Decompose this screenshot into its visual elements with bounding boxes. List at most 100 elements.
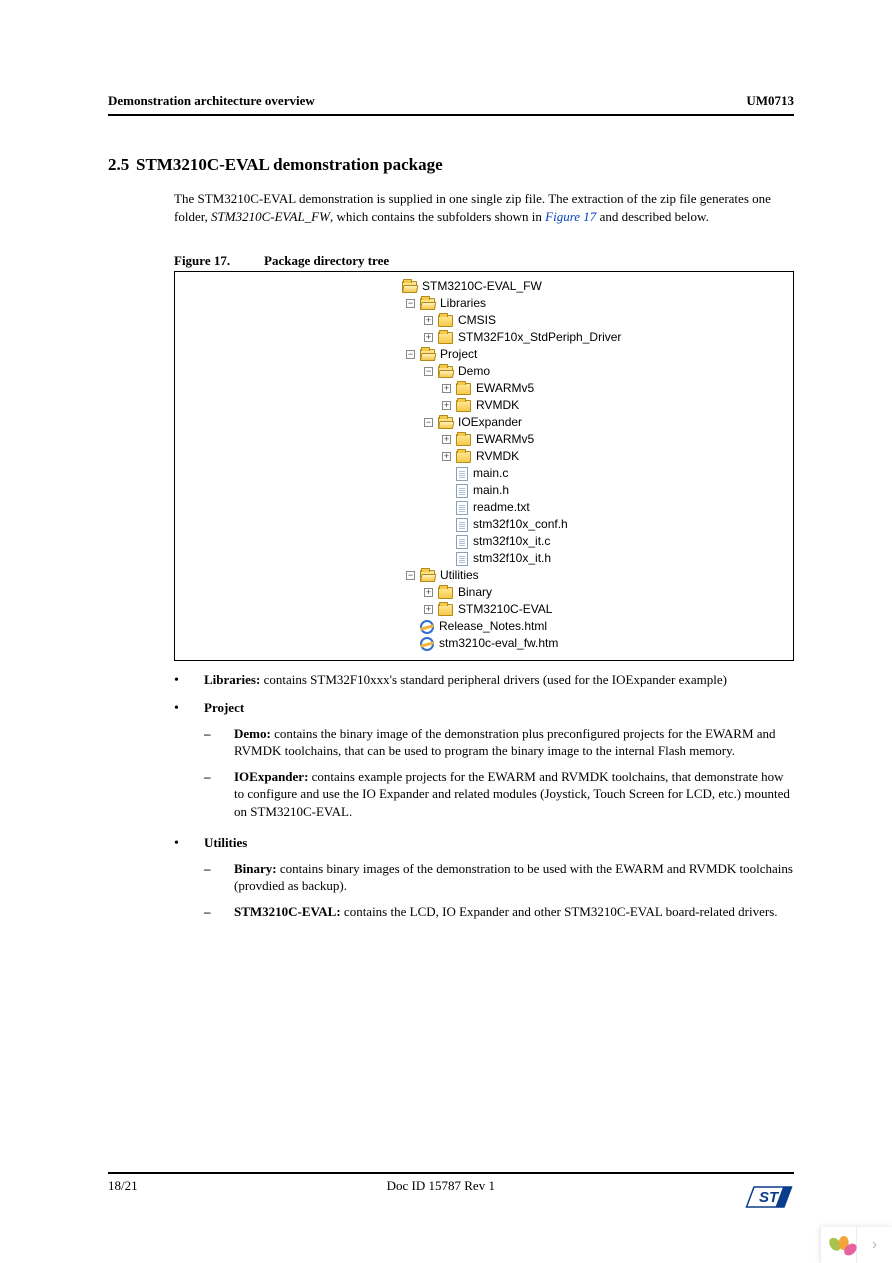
file-icon bbox=[456, 535, 468, 549]
tree-folder: −Libraries bbox=[385, 295, 783, 312]
figure-title: Package directory tree bbox=[264, 252, 389, 270]
bullet-item: • Libraries: contains STM32F10xxx's stan… bbox=[174, 671, 794, 691]
expand-icon[interactable]: + bbox=[424, 588, 433, 597]
file-icon bbox=[456, 484, 468, 498]
tree-file: stm32f10x_it.h bbox=[385, 550, 783, 567]
folder-icon bbox=[438, 315, 453, 327]
section-body: The STM3210C-EVAL demonstration is suppl… bbox=[174, 190, 794, 926]
figure-caption: Figure 17. Package directory tree bbox=[174, 252, 794, 270]
collapse-icon[interactable]: − bbox=[406, 571, 415, 580]
dash-item: – IOExpander: contains example projects … bbox=[204, 768, 794, 821]
ie-icon bbox=[420, 620, 434, 634]
collapse-icon[interactable]: − bbox=[424, 367, 433, 376]
tree-folder: −IOExpander bbox=[385, 414, 783, 431]
tree-folder: +STM32F10x_StdPeriph_Driver bbox=[385, 329, 783, 346]
tree-folder: +RVMDK bbox=[385, 397, 783, 414]
tree-file-html: Release_Notes.html bbox=[385, 618, 783, 635]
st-logo: ST bbox=[744, 1181, 794, 1213]
flower-icon bbox=[826, 1232, 852, 1258]
folder-open-icon bbox=[420, 349, 435, 361]
tree-file: stm32f10x_it.c bbox=[385, 533, 783, 550]
intro-paragraph: The STM3210C-EVAL demonstration is suppl… bbox=[174, 190, 794, 225]
bullet-list: • Libraries: contains STM32F10xxx's stan… bbox=[174, 671, 794, 926]
dash-marker: – bbox=[204, 860, 234, 895]
header-title-left: Demonstration architecture overview bbox=[108, 92, 315, 110]
tree-folder: +RVMDK bbox=[385, 448, 783, 465]
folder-icon bbox=[456, 451, 471, 463]
folder-open-icon bbox=[402, 281, 417, 293]
figure-reference-link[interactable]: Figure 17 bbox=[545, 209, 596, 224]
dash-item: – Demo: contains the binary image of the… bbox=[204, 725, 794, 760]
ie-icon bbox=[420, 637, 434, 651]
folder-icon bbox=[438, 587, 453, 599]
page-number: 18/21 bbox=[108, 1177, 138, 1195]
folder-open-icon bbox=[420, 298, 435, 310]
tree-folder: −Project bbox=[385, 346, 783, 363]
tree-folder: +EWARMv5 bbox=[385, 431, 783, 448]
figure-number: Figure 17. bbox=[174, 252, 264, 270]
tree-folder: +CMSIS bbox=[385, 312, 783, 329]
dash-marker: – bbox=[204, 725, 234, 760]
section-number: 2.5 bbox=[108, 154, 136, 177]
expand-icon[interactable]: + bbox=[424, 333, 433, 342]
bullet-item: • Project – Demo: contains the binary im… bbox=[174, 699, 794, 826]
file-icon bbox=[456, 518, 468, 532]
collapse-icon[interactable]: − bbox=[406, 350, 415, 359]
dash-marker: – bbox=[204, 903, 234, 921]
tree-file: stm32f10x_conf.h bbox=[385, 516, 783, 533]
bullet-dot: • bbox=[174, 834, 204, 926]
next-page-button[interactable]: › bbox=[856, 1227, 892, 1263]
collapse-icon[interactable]: − bbox=[406, 299, 415, 308]
tree-folder: +STM3210C-EVAL bbox=[385, 601, 783, 618]
folder-icon bbox=[456, 383, 471, 395]
page-header: Demonstration architecture overview UM07… bbox=[108, 92, 794, 116]
chevron-right-icon: › bbox=[872, 1234, 877, 1256]
bullet-title: Libraries: bbox=[204, 672, 260, 687]
tree-folder: −Demo bbox=[385, 363, 783, 380]
tree-file: main.h bbox=[385, 482, 783, 499]
folder-open-icon bbox=[438, 366, 453, 378]
dash-title: Binary: bbox=[234, 861, 277, 876]
tree-file-html: stm3210c-eval_fw.htm bbox=[385, 635, 783, 652]
directory-tree-figure: STM3210C-EVAL_FW −Libraries +CMSIS +STM3… bbox=[174, 271, 794, 661]
tree-file: main.c bbox=[385, 465, 783, 482]
expand-icon[interactable]: + bbox=[442, 435, 451, 444]
folder-icon bbox=[456, 400, 471, 412]
dash-title: Demo: bbox=[234, 726, 271, 741]
tree-file: readme.txt bbox=[385, 499, 783, 516]
expand-icon[interactable]: + bbox=[442, 401, 451, 410]
file-icon bbox=[456, 467, 468, 481]
expand-icon[interactable]: + bbox=[424, 316, 433, 325]
document-page: Demonstration architecture overview UM07… bbox=[0, 0, 892, 1263]
bullet-dot: • bbox=[174, 671, 204, 691]
file-icon bbox=[456, 501, 468, 515]
expand-icon[interactable]: + bbox=[442, 452, 451, 461]
page-footer: 18/21 Doc ID 15787 Rev 1 bbox=[108, 1172, 794, 1195]
tree-folder: −Utilities bbox=[385, 567, 783, 584]
file-icon bbox=[456, 552, 468, 566]
expand-icon[interactable]: + bbox=[424, 605, 433, 614]
folder-icon bbox=[438, 604, 453, 616]
svg-text:ST: ST bbox=[759, 1189, 780, 1206]
tree-folder: +EWARMv5 bbox=[385, 380, 783, 397]
folder-name-italic: STM3210C-EVAL_FW bbox=[211, 209, 330, 224]
footer-doc-id: Doc ID 15787 Rev 1 bbox=[138, 1177, 744, 1195]
viewer-toolbar: › bbox=[820, 1227, 892, 1263]
folder-icon bbox=[438, 332, 453, 344]
collapse-icon[interactable]: − bbox=[424, 418, 433, 427]
section-heading: 2.5 STM3210C-EVAL demonstration package bbox=[108, 154, 794, 177]
bullet-title: Project bbox=[204, 699, 794, 717]
viewer-logo-button[interactable] bbox=[820, 1227, 856, 1263]
dash-item: – Binary: contains binary images of the … bbox=[204, 860, 794, 895]
bullet-title: Utilities bbox=[204, 834, 794, 852]
tree-root: STM3210C-EVAL_FW bbox=[385, 278, 783, 295]
header-doc-id: UM0713 bbox=[746, 92, 794, 110]
dash-item: – STM3210C-EVAL: contains the LCD, IO Ex… bbox=[204, 903, 794, 921]
dash-marker: – bbox=[204, 768, 234, 821]
section-title: STM3210C-EVAL demonstration package bbox=[136, 154, 794, 177]
folder-open-icon bbox=[438, 417, 453, 429]
folder-icon bbox=[456, 434, 471, 446]
tree-folder: +Binary bbox=[385, 584, 783, 601]
expand-icon[interactable]: + bbox=[442, 384, 451, 393]
dash-title: IOExpander: bbox=[234, 769, 308, 784]
